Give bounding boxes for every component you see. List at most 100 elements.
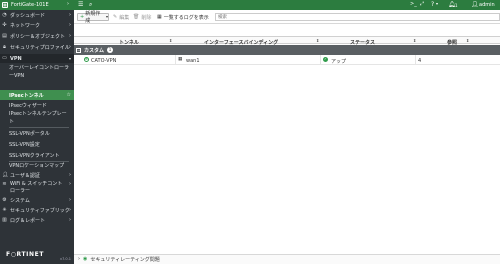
chevron-right-icon: › <box>69 216 71 223</box>
sidebar-item-overlay-controller-vpn[interactable]: オーバーレイコントローラーVPN <box>9 64 69 80</box>
group-row-custom[interactable]: − カスタム 1 <box>74 45 500 55</box>
tunnel-name[interactable]: CATO-VPN <box>91 58 116 64</box>
vpn-icon: ▭ <box>2 55 7 61</box>
table-header: トンネル インターフェースバインディング ステータス 参照 ⇕ ⇕ ⇕ ⇕ <box>74 36 500 46</box>
sidebar-item-label: ネットワーク <box>10 22 41 29</box>
filter-icon[interactable]: ⇕ <box>316 39 319 43</box>
sidebar-item-vpn-location-map[interactable]: VPNロケーションマップ <box>0 160 74 170</box>
fullscreen-icon[interactable]: ⤢ <box>420 2 424 7</box>
table-row[interactable]: ⊕ CATO-VPN ▦ wan1 ✓ アップ 4 <box>74 55 500 65</box>
delete-label: 削除 <box>141 14 152 21</box>
user-avatar-icon[interactable]: 👤︎ <box>471 1 479 8</box>
pencil-icon: ✎ <box>113 13 118 20</box>
sidebar-item-label: SSL-VPNクライアント <box>9 152 60 159</box>
sidebar-item-wifi-switch[interactable]: ≋ WiFi & スイッチコントローラー › <box>0 180 74 196</box>
view-log-button[interactable]: ▦ 一覧するログを表示 <box>157 13 209 21</box>
create-new-button[interactable]: + 新規作成 ▾ <box>77 11 109 24</box>
gear-icon: ⚙ <box>2 196 7 203</box>
sidebar-item-label: IPsecウィザード <box>9 102 47 109</box>
sidebar-item-security-fabric[interactable]: ✳ セキュリティファブリック › <box>0 206 74 214</box>
chevron-down-icon[interactable]: ▾ <box>436 2 438 6</box>
interface-icon: ▦ <box>178 56 183 62</box>
sidebar-item-dashboard[interactable]: ◔ ダッシュボード › <box>0 11 74 19</box>
sidebar-item-ipsec-wizard[interactable]: IPsecウィザード <box>0 100 74 110</box>
policy-icon: ▤ <box>2 32 7 39</box>
sidebar-item-label: システム <box>10 197 30 204</box>
toolbar: + 新規作成 ▾ ✎ 編集 🗑︎ 削除 ▦ 一覧するログを表示 <box>74 10 500 24</box>
sidebar-item-label: VPNロケーションマップ <box>9 162 65 169</box>
sidebar-item-ipsec-tunnel-template[interactable]: IPsecトンネルテンプレート <box>9 110 69 126</box>
chevron-right-icon: › <box>69 196 71 203</box>
references-count[interactable]: 4 <box>418 58 421 64</box>
sidebar-item-policy-objects[interactable]: ▤ ポリシー＆オブジェクト › <box>0 32 74 40</box>
help-icon[interactable]: ? <box>431 1 434 8</box>
fortinet-logo-icon: ▦ <box>2 2 8 8</box>
sidebar-item-label: ポリシー＆オブジェクト <box>10 33 66 40</box>
cell-divider <box>175 55 176 65</box>
chevron-down-icon: ▾ <box>105 14 108 19</box>
create-new-label: 新規作成 <box>85 11 101 24</box>
filter-icon[interactable]: ⇕ <box>169 39 172 43</box>
sidebar-item-label: VPN <box>10 55 22 62</box>
sidebar-item-label: IPsecトンネル <box>9 92 44 99</box>
search-input[interactable] <box>218 14 488 20</box>
sidebar-item-label: IPsecトンネルテンプレート <box>9 111 67 125</box>
sidebar-item-vpn[interactable]: ▭ VPN ▾ <box>0 54 74 63</box>
search-icon[interactable]: ⌕ <box>89 1 92 8</box>
top-bar: ▦ FortiGate-101E › ☰ ⌕ >_ ⤢ ? ▾ 🔔︎ 1 👤︎ … <box>0 0 500 10</box>
fabric-icon: ✳ <box>2 206 7 213</box>
sidebar-item-ipsec-tunnels[interactable]: IPsecトンネル ☆ <box>0 90 74 100</box>
sidebar-item-label: SSL-VPN設定 <box>9 141 40 148</box>
group-name: カスタム <box>84 47 105 54</box>
sidebar-item-label: セキュリティプロファイル <box>10 44 70 51</box>
delete-button[interactable]: 🗑︎ 削除 <box>133 13 151 21</box>
menu-icon[interactable]: ☰ <box>78 1 83 8</box>
filter-icon[interactable]: ⇕ <box>466 39 469 43</box>
sidebar-item-system[interactable]: ⚙ システム › <box>0 196 74 204</box>
device-name: FortiGate-101E <box>11 2 49 8</box>
security-rating-bar[interactable]: › ◉ セキュリティレーティング問題 <box>74 254 500 264</box>
trash-icon: 🗑︎ <box>133 13 140 20</box>
sidebar-item-ssl-vpn-settings[interactable]: SSL-VPN設定 <box>0 139 74 149</box>
view-log-label: 一覧するログを表示 <box>163 14 209 21</box>
tunnel-status-icon: ⊕ <box>84 57 89 62</box>
sidebar-item-security-profiles[interactable]: 🔒︎ セキュリティプロファイル › <box>0 43 74 51</box>
cell-divider <box>415 55 416 65</box>
lock-icon: 🔒︎ <box>3 43 6 50</box>
sidebar-item-label: WiFi & スイッチコントローラー <box>10 181 63 194</box>
version-label: v7.0.1 <box>60 257 71 261</box>
chevron-right-icon: › <box>69 11 71 18</box>
chevron-down-icon: ▾ <box>68 55 71 61</box>
sidebar-item-network[interactable]: ✣ ネットワーク › <box>0 21 74 29</box>
sidebar-item-ssl-vpn-clients[interactable]: SSL-VPNクライアント <box>0 150 74 160</box>
fortinet-brand: F○RTINET <box>6 251 45 258</box>
group-count-badge: 1 <box>107 47 114 53</box>
cli-icon[interactable]: >_ <box>410 2 417 7</box>
main-content: + 新規作成 ▾ ✎ 編集 🗑︎ 削除 ▦ 一覧するログを表示 トンネル インタ… <box>74 10 500 264</box>
chevron-right-icon: › <box>69 206 71 213</box>
filter-icon[interactable]: ⇕ <box>413 39 416 43</box>
status-up-icon: ✓ <box>323 57 328 62</box>
admin-name[interactable]: admin <box>479 2 495 8</box>
chevron-right-icon: › <box>69 171 71 178</box>
sidebar-item-user-auth[interactable]: 👤︎ ユーザ＆認証 › <box>0 171 74 179</box>
sidebar-item-log-report[interactable]: ▥ ログ＆レポート › <box>0 216 74 224</box>
shield-icon: ◉ <box>83 256 88 262</box>
sidebar-item-label: オーバーレイコントローラーVPN <box>9 65 69 79</box>
user-icon: 👤︎ <box>2 171 9 178</box>
plus-icon: + <box>80 13 85 20</box>
edit-button[interactable]: ✎ 編集 <box>113 13 129 21</box>
dashboard-icon: ◔ <box>2 11 7 18</box>
cell-divider <box>320 55 321 65</box>
sidebar-item-label: ダッシュボード <box>10 12 46 19</box>
sidebar-item-label: SSL-VPNポータル <box>9 130 50 137</box>
network-icon: ✣ <box>2 21 7 28</box>
interface-name: wan1 <box>186 57 200 64</box>
star-icon[interactable]: ☆ <box>67 92 71 98</box>
security-rating-label: セキュリティレーティング問題 <box>90 257 160 263</box>
sidebar-item-ssl-vpn-portals[interactable]: SSL-VPNポータル <box>0 128 74 138</box>
chevron-right-icon[interactable]: › <box>67 2 69 7</box>
minus-icon[interactable]: − <box>76 47 81 53</box>
search-field[interactable] <box>215 13 500 21</box>
chevron-right-icon: › <box>69 43 71 50</box>
